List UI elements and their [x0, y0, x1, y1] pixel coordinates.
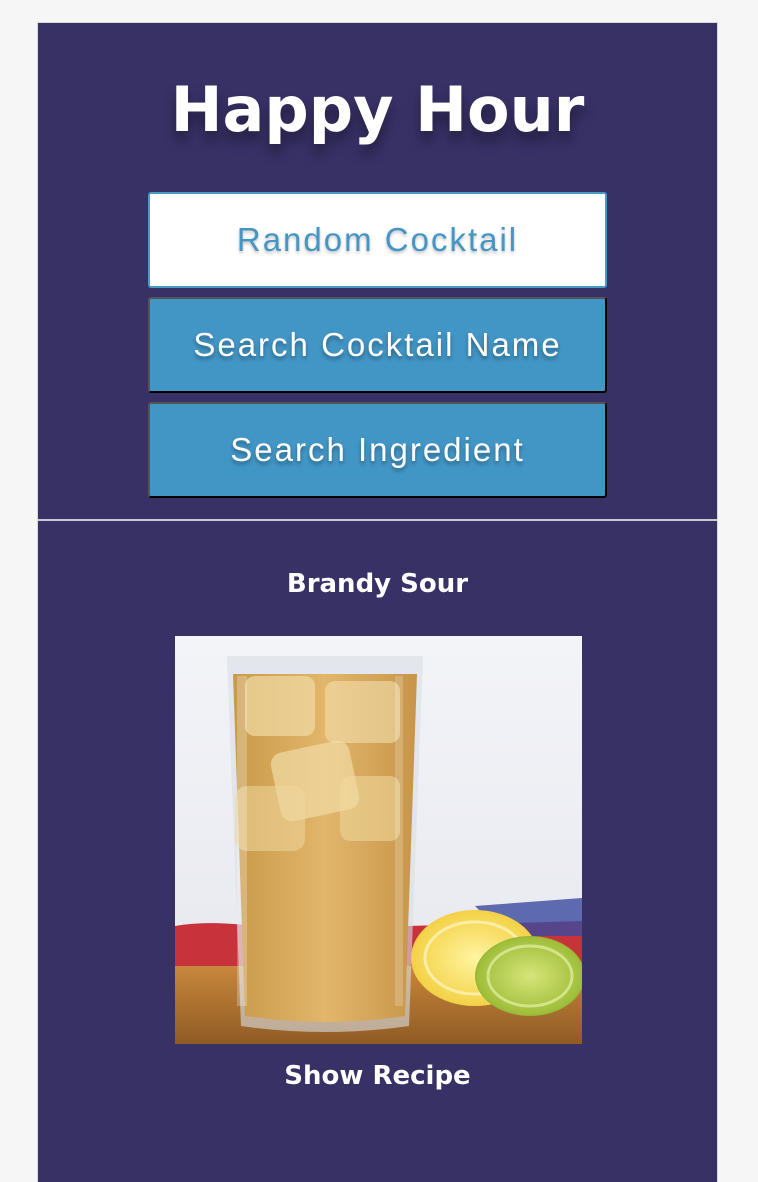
drink-name: Brandy Sour — [286, 569, 469, 599]
show-recipe-link[interactable]: Show Recipe — [38, 1061, 717, 1091]
drink-image — [175, 636, 582, 1044]
header-section: Happy Hour Random Cocktail Search Cockta… — [38, 23, 717, 521]
search-ingredient-button[interactable]: Search Ingredient — [148, 402, 607, 498]
random-cocktail-button[interactable]: Random Cocktail — [148, 192, 607, 288]
search-cocktail-name-button[interactable]: Search Cocktail Name — [148, 297, 607, 393]
app-container: Happy Hour Random Cocktail Search Cockta… — [37, 22, 718, 1182]
page-title: Happy Hour — [170, 73, 585, 146]
cocktail-result-card: Brandy Sour Show Recipe — [38, 521, 717, 1181]
